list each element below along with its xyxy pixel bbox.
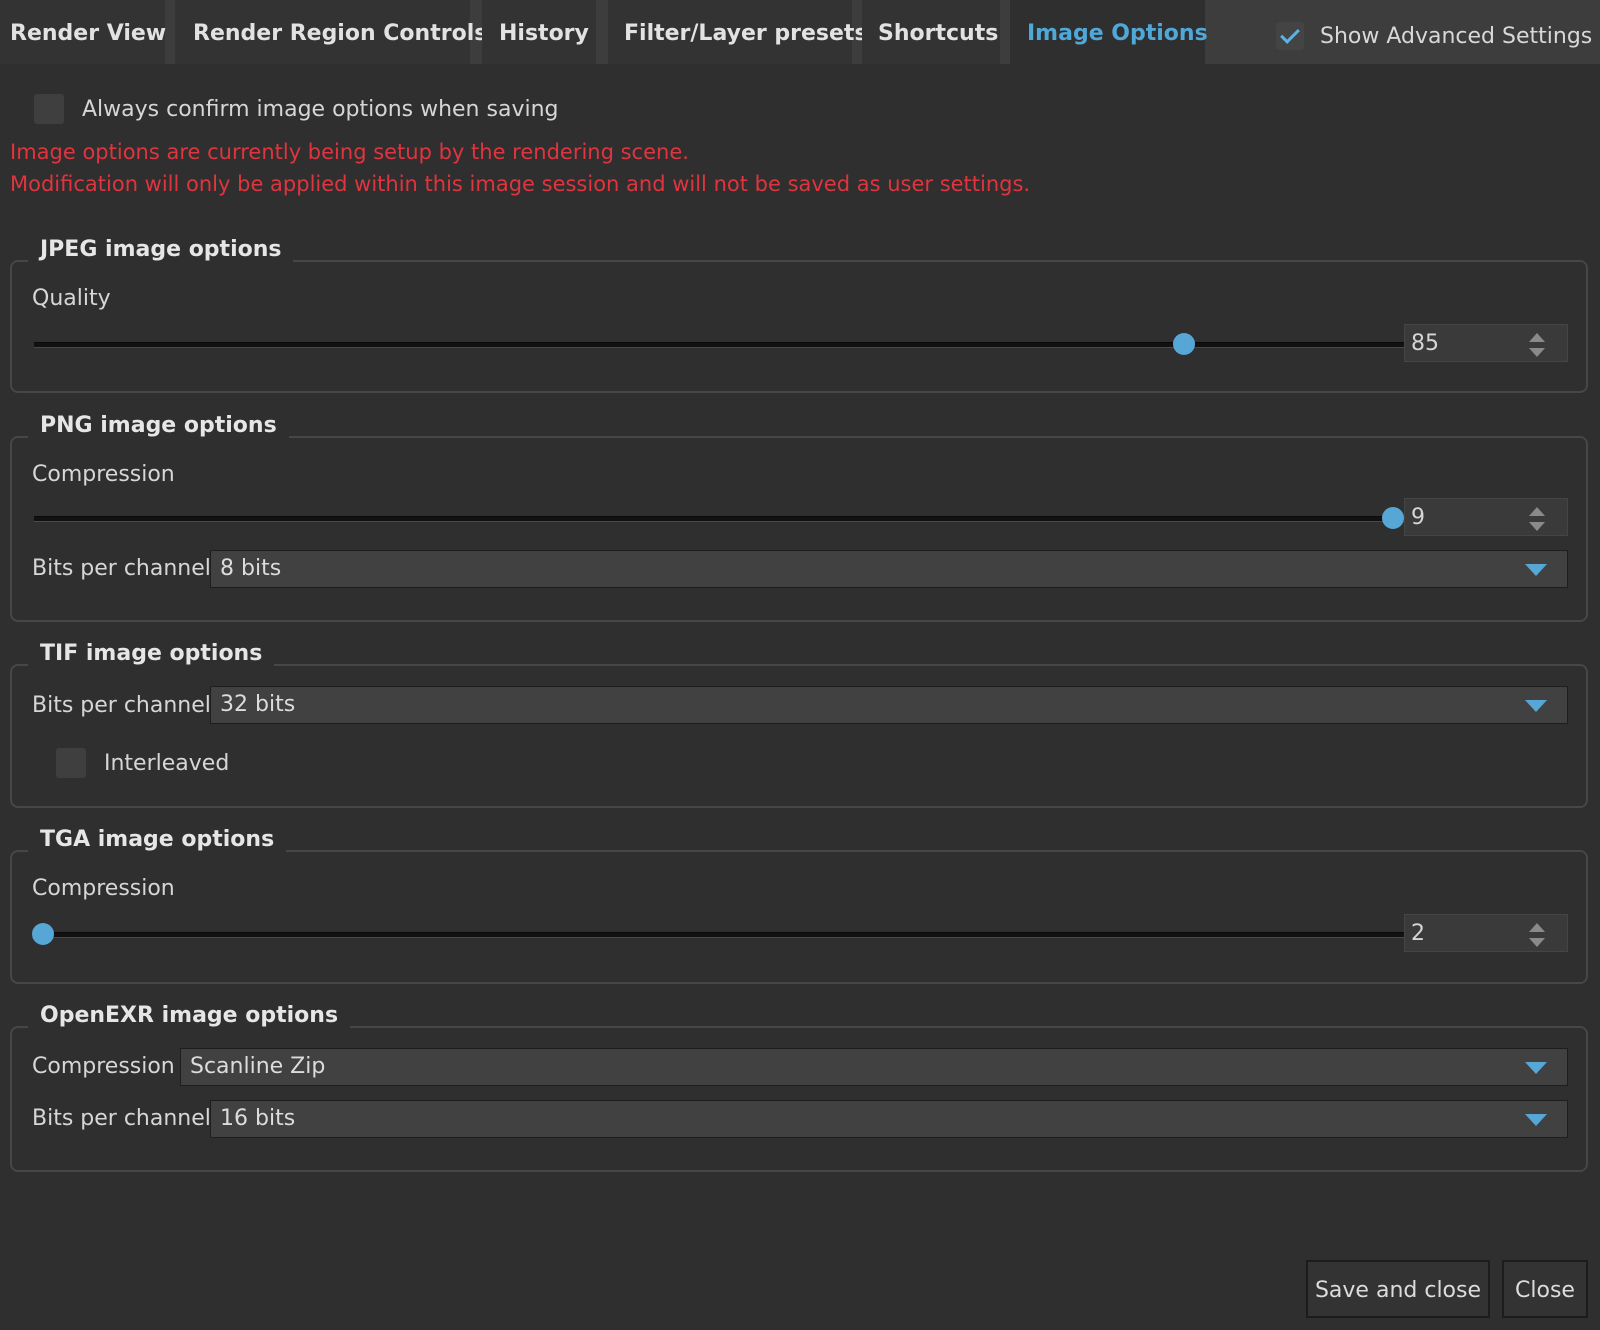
always-confirm-toggle[interactable]: Always confirm image options when saving bbox=[34, 94, 558, 124]
spin-up-icon[interactable] bbox=[1529, 507, 1545, 516]
tga-compression-slider[interactable] bbox=[32, 922, 1404, 946]
spinbox-value: 85 bbox=[1411, 331, 1439, 356]
jpeg-options-group: JPEG image options Quality 85 bbox=[10, 237, 1588, 393]
select-value: 16 bits bbox=[220, 1106, 296, 1131]
openexr-bits-select[interactable]: 16 bits bbox=[210, 1100, 1568, 1138]
select-value: Scanline Zip bbox=[190, 1054, 326, 1079]
close-button[interactable]: Close bbox=[1502, 1260, 1588, 1318]
show-advanced-checkbox[interactable] bbox=[1276, 22, 1304, 50]
slider-handle[interactable] bbox=[1173, 333, 1196, 355]
png-bits-label: Bits per channel bbox=[32, 556, 211, 581]
png-compression-label: Compression bbox=[32, 462, 175, 487]
spin-down-icon[interactable] bbox=[1529, 348, 1545, 357]
tif-interleaved-checkbox[interactable] bbox=[56, 748, 86, 778]
jpeg-quality-slider[interactable] bbox=[34, 332, 1404, 356]
warning-line-1: Image options are currently being setup … bbox=[10, 140, 689, 164]
openexr-compression-select[interactable]: Scanline Zip bbox=[180, 1048, 1568, 1086]
png-compression-spinbox[interactable]: 9 bbox=[1404, 498, 1568, 536]
tab-history[interactable]: History bbox=[482, 0, 596, 64]
show-advanced-label: Show Advanced Settings bbox=[1320, 23, 1593, 49]
spinbox-value: 9 bbox=[1411, 505, 1425, 530]
slider-track bbox=[34, 342, 1404, 348]
tab-image-options[interactable]: Image Options bbox=[1010, 0, 1208, 64]
select-value: 32 bits bbox=[220, 692, 296, 717]
png-compression-slider[interactable] bbox=[34, 506, 1404, 530]
tif-options-group: TIF image options Bits per channel 32 bi… bbox=[10, 641, 1588, 808]
png-bits-select[interactable]: 8 bits bbox=[210, 550, 1568, 588]
slider-track bbox=[32, 932, 1404, 938]
chevron-down-icon bbox=[1525, 700, 1547, 712]
tif-options-title: TIF image options bbox=[28, 641, 275, 666]
always-confirm-checkbox[interactable] bbox=[34, 94, 64, 124]
tif-bits-select[interactable]: 32 bits bbox=[210, 686, 1568, 724]
jpeg-quality-spinbox[interactable]: 85 bbox=[1404, 324, 1568, 362]
tga-options-title: TGA image options bbox=[28, 827, 287, 852]
tif-bits-label: Bits per channel bbox=[32, 693, 211, 718]
chevron-down-icon bbox=[1525, 1114, 1547, 1126]
spin-down-icon[interactable] bbox=[1529, 938, 1545, 947]
spin-down-icon[interactable] bbox=[1529, 522, 1545, 531]
tga-options-group: TGA image options Compression 2 bbox=[10, 827, 1588, 984]
always-confirm-label: Always confirm image options when saving bbox=[82, 96, 559, 122]
tif-interleaved-label: Interleaved bbox=[104, 750, 230, 776]
openexr-compression-label: Compression bbox=[32, 1054, 175, 1079]
jpeg-quality-label: Quality bbox=[32, 286, 111, 311]
jpeg-options-title: JPEG image options bbox=[28, 237, 294, 262]
png-options-group: PNG image options Compression 9 Bits per… bbox=[10, 413, 1588, 622]
tga-compression-spinbox[interactable]: 2 bbox=[1404, 914, 1568, 952]
save-and-close-button[interactable]: Save and close bbox=[1306, 1260, 1490, 1318]
openexr-options-group: OpenEXR image options Compression Scanli… bbox=[10, 1003, 1588, 1172]
spin-up-icon[interactable] bbox=[1529, 333, 1545, 342]
openexr-bits-label: Bits per channel bbox=[32, 1106, 211, 1131]
tif-interleaved-toggle[interactable]: Interleaved bbox=[56, 748, 229, 778]
tab-shortcuts[interactable]: Shortcuts bbox=[862, 0, 1000, 64]
chevron-down-icon bbox=[1525, 1062, 1547, 1074]
openexr-options-title: OpenEXR image options bbox=[28, 1003, 351, 1028]
spin-up-icon[interactable] bbox=[1529, 923, 1545, 932]
png-options-title: PNG image options bbox=[28, 413, 289, 438]
tab-filter-layer-presets[interactable]: Filter/Layer presets bbox=[608, 0, 868, 64]
show-advanced-settings-toggle[interactable]: Show Advanced Settings bbox=[1276, 18, 1592, 54]
spinbox-value: 2 bbox=[1411, 921, 1425, 946]
slider-track bbox=[34, 516, 1404, 522]
slider-handle[interactable] bbox=[32, 923, 54, 945]
warning-line-2: Modification will only be applied within… bbox=[10, 172, 1031, 196]
tab-bar: Render View Render Region Controls Histo… bbox=[0, 0, 1600, 64]
select-value: 8 bits bbox=[220, 556, 282, 581]
tab-render-view[interactable]: Render View bbox=[0, 0, 166, 64]
chevron-down-icon bbox=[1525, 564, 1547, 576]
tab-render-region-controls[interactable]: Render Region Controls bbox=[175, 0, 487, 64]
tga-compression-label: Compression bbox=[32, 876, 175, 901]
slider-handle[interactable] bbox=[1382, 507, 1404, 529]
